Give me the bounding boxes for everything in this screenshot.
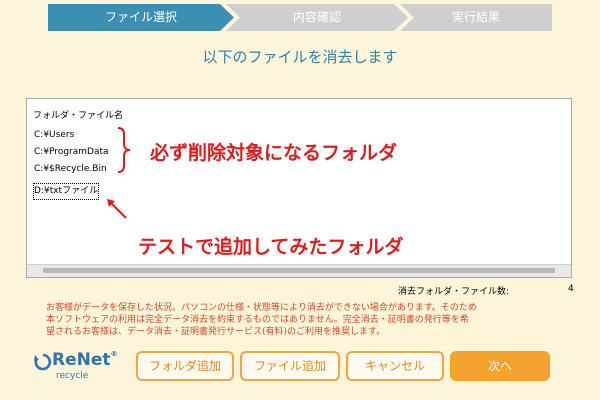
notice-line: 望されるお客様は、データ消去・証明書発行サービス(有料)のご利用を推奨します。 [46,327,386,337]
scrollbar-thumb[interactable] [43,268,555,273]
logo-text: ReNet® [34,350,118,370]
file-list: C:¥Users C:¥ProgramData C:¥$Recycle.Bin … [33,127,110,200]
add-file-button[interactable]: ファイル追加 [240,351,340,381]
step-confirm: 内容確認 [226,4,408,31]
notice-line: お客様がデータを保存した状況、パソコンの仕様・状態等により消去ができない場合があ… [46,303,477,313]
arrow-icon [107,199,127,219]
logo-name: ReNet [52,350,111,370]
file-count-value: 4 [568,284,574,294]
logo-subtext: recycle [56,371,89,381]
next-button[interactable]: 次へ [450,351,550,381]
horizontal-scrollbar[interactable] [27,264,571,277]
list-item[interactable]: C:¥$Recycle.Bin [33,161,110,178]
list-item[interactable]: C:¥Users [33,127,110,144]
list-item-selected[interactable]: D:¥txtファイル [33,183,100,200]
renet-logo: ReNet® recycle [34,350,126,386]
annotation-test-folder: テストで追加してみたフォルダ [138,236,404,258]
cancel-button[interactable]: キャンセル [346,351,444,381]
column-header: フォルダ・ファイル名 [33,111,124,121]
wizard-steps: ファイル選択 内容確認 実行結果 [48,4,552,31]
list-item[interactable]: C:¥ProgramData [33,144,110,161]
step-file-select: ファイル選択 [48,4,234,31]
add-folder-button[interactable]: フォルダ追加 [136,351,234,381]
notice-line: 本ソフトウェアの利用は完全データ消去を約束するものではありません。完全消去・証明… [46,315,469,325]
annotation-required-folders: 必ず削除対象になるフォルダ [150,142,398,164]
brace-icon [117,127,131,173]
file-count-label: 消去フォルダ・ファイル数: [398,287,510,297]
notice-text: お客様がデータを保存した状況、パソコンの仕様・状態等により消去ができない場合があ… [46,302,570,338]
page-title: 以下のファイルを消去します [202,48,398,66]
registered-mark: ® [110,350,118,358]
step-result: 実行結果 [400,4,552,31]
